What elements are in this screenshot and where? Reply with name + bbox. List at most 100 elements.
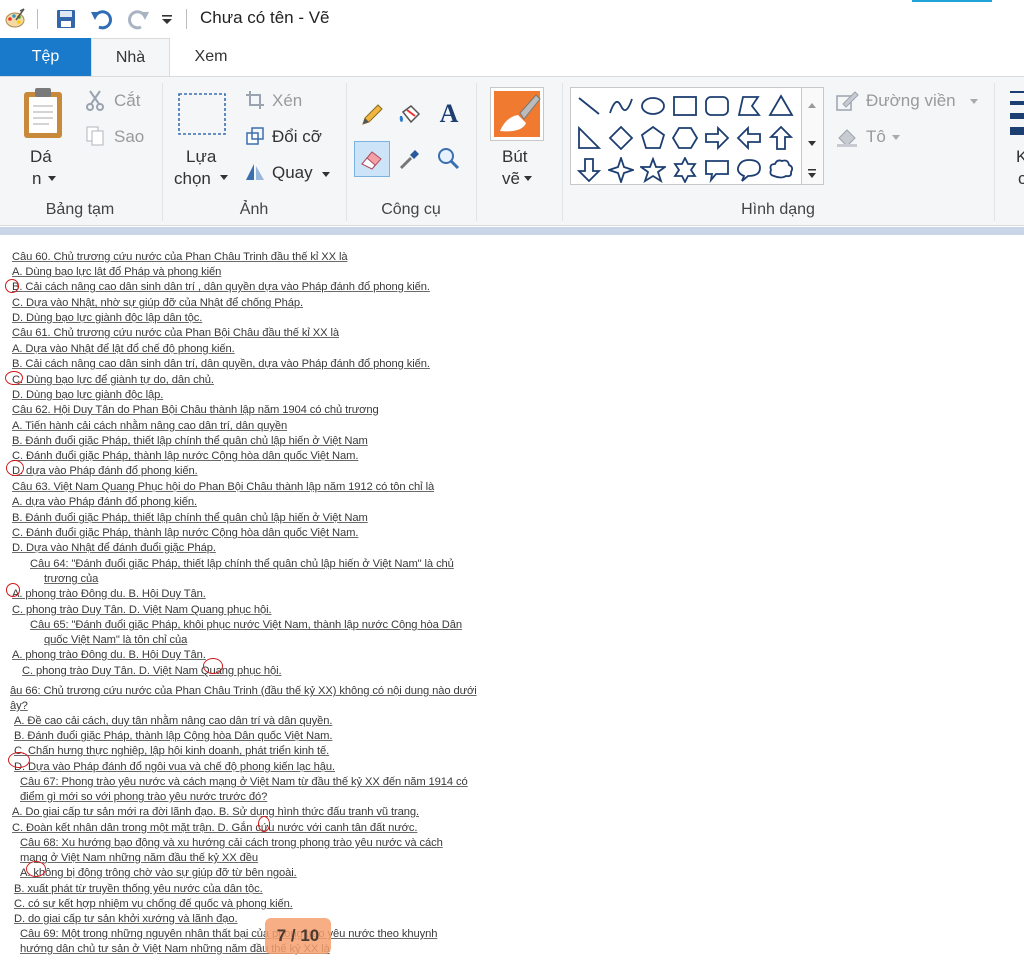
group-label-clipboard: Bảng tạm [45,201,115,218]
redo-icon[interactable] [124,6,152,32]
gallery-expand-icon[interactable] [807,166,817,184]
rounded-rectangle-shape-icon[interactable] [701,90,733,122]
diamond-shape-icon[interactable] [605,122,637,154]
tab-file[interactable]: Tệp [0,38,91,76]
right-arrow-shape-icon[interactable] [701,122,733,154]
document-line: âu 66: Chủ trương cứu nước của Phan Châu… [10,685,477,697]
paste-button-label-1[interactable]: Dá [30,147,52,167]
chevron-down-icon[interactable] [320,168,332,180]
answer-circle [6,583,20,597]
document-line: Câu 64: "Đánh đuổi giặc Pháp, thiết lập … [30,558,454,570]
toolbar-separator [186,9,187,29]
document-line: Câu 65: "Đánh đuổi giặc Pháp, khôi phục … [30,619,462,631]
brushes-icon[interactable] [490,87,544,141]
undo-icon[interactable] [88,6,116,32]
oval-callout-shape-icon[interactable] [733,154,765,186]
shapes-scrollbar[interactable] [802,87,824,185]
group-separator [162,83,163,221]
document-line: C. Đoàn kết nhân dân trong một mặt trận.… [12,822,418,834]
left-arrow-shape-icon[interactable] [733,122,765,154]
document-line: B. Đánh đuổi giặc Pháp, thiết lập chính … [12,435,368,447]
document-line: D. Dựa vào Pháp đánh đổ ngôi vua và chế … [14,761,335,773]
five-point-star-shape-icon[interactable] [637,154,669,186]
pencil-icon[interactable] [358,101,386,129]
magnifier-icon[interactable] [434,145,462,173]
pentagon-shape-icon[interactable] [637,122,669,154]
document-line: Câu 63. Việt Nam Quang Phục hội do Phan … [12,481,435,493]
select-icon[interactable] [176,91,228,137]
cut-button[interactable]: Cắt [114,91,140,111]
answer-circle [258,816,270,832]
paste-button-label-2[interactable]: n [32,169,41,189]
triangle-shape-icon[interactable] [765,90,797,122]
customize-toolbar-icon[interactable] [157,6,177,32]
select-button-label-1[interactable]: Lựa [186,147,216,167]
fill-icon[interactable] [834,125,860,149]
curve-shape-icon[interactable] [605,90,637,122]
brushes-button-label-2[interactable]: vẽ [502,169,520,189]
document-line: B. Đánh đuổi giặc Pháp, thành lập Cộng h… [14,730,333,742]
resize-button[interactable]: Đổi cỡ [272,127,322,147]
text-tool-icon[interactable]: A [434,99,464,129]
document-line: B. xuất phát từ truyền thống yêu nước củ… [14,883,263,895]
document-line: D. Dựa vào Nhật để đánh đuổi giặc Pháp. [12,542,216,554]
right-triangle-shape-icon[interactable] [573,122,605,154]
outline-icon[interactable] [834,89,860,113]
paint-app-icon[interactable] [2,6,28,32]
answer-circle [26,861,46,877]
paste-icon[interactable] [20,85,66,141]
line-shape-icon[interactable] [573,90,605,122]
group-label-tools: Công cụ [381,201,441,218]
group-separator [994,83,995,221]
window-title: Chưa có tên - Vẽ [200,8,330,27]
size-icon[interactable] [1008,87,1024,137]
up-arrow-shape-icon[interactable] [765,122,797,154]
copy-icon[interactable] [84,125,106,147]
four-point-star-shape-icon[interactable] [605,154,637,186]
chevron-down-icon[interactable] [218,171,230,183]
color-picker-icon[interactable] [396,145,424,173]
size-button-label-2[interactable]: c [1018,169,1024,189]
rotate-button[interactable]: Quay [272,163,313,183]
shapes-gallery[interactable] [570,87,802,185]
document-line: A. Dựa vào Nhật để lật đổ chế độ phong k… [12,343,235,355]
outline-button[interactable]: Đường viền [866,91,956,111]
down-arrow-shape-icon[interactable] [573,154,605,186]
chevron-down-icon[interactable] [522,172,534,184]
eraser-icon[interactable] [354,141,390,177]
rotate-icon[interactable] [244,161,266,183]
polygon-shape-icon[interactable] [733,90,765,122]
rectangle-shape-icon[interactable] [669,90,701,122]
canvas-workspace[interactable]: Câu 60. Chủ trương cứu nước của Phan Châ… [0,227,1024,974]
cloud-callout-shape-icon[interactable] [765,154,797,186]
copy-button[interactable]: Sao [114,127,144,147]
drawing-canvas[interactable]: Câu 60. Chủ trương cứu nước của Phan Châ… [0,235,1024,974]
chevron-down-icon[interactable] [968,95,980,107]
tab-home[interactable]: Nhà [91,38,170,77]
select-button-label-2[interactable]: chọn [174,169,211,189]
tab-view[interactable]: Xem [170,38,252,76]
save-icon[interactable] [52,6,80,32]
crop-button[interactable]: Xén [272,91,302,111]
fill-button[interactable]: Tô [866,127,886,147]
brushes-button-label-1[interactable]: Bút [502,147,528,167]
scroll-up-icon[interactable] [807,96,817,114]
rect-callout-shape-icon[interactable] [701,154,733,186]
document-line: D. dựa vào Pháp đánh đổ phong kiến. [12,465,198,477]
document-line: C. phong trào Duy Tân. D. Việt Nam Quang… [12,604,272,616]
cut-icon[interactable] [84,89,106,111]
toolbar-separator [37,9,38,29]
hexagon-shape-icon[interactable] [669,122,701,154]
oval-shape-icon[interactable] [637,90,669,122]
chevron-down-icon[interactable] [46,172,58,184]
chevron-down-icon[interactable] [890,131,902,143]
six-point-star-shape-icon[interactable] [669,154,701,186]
document-line: điểm gì mới so với phong trào yêu nước t… [20,791,268,803]
scroll-down-icon[interactable] [807,134,817,152]
crop-icon[interactable] [244,89,266,111]
fill-bucket-icon[interactable] [396,101,424,129]
group-label-image: Ảnh [239,201,269,218]
resize-icon[interactable] [244,125,266,147]
size-button-label-1[interactable]: K [1016,147,1024,167]
answer-circle [8,752,30,768]
